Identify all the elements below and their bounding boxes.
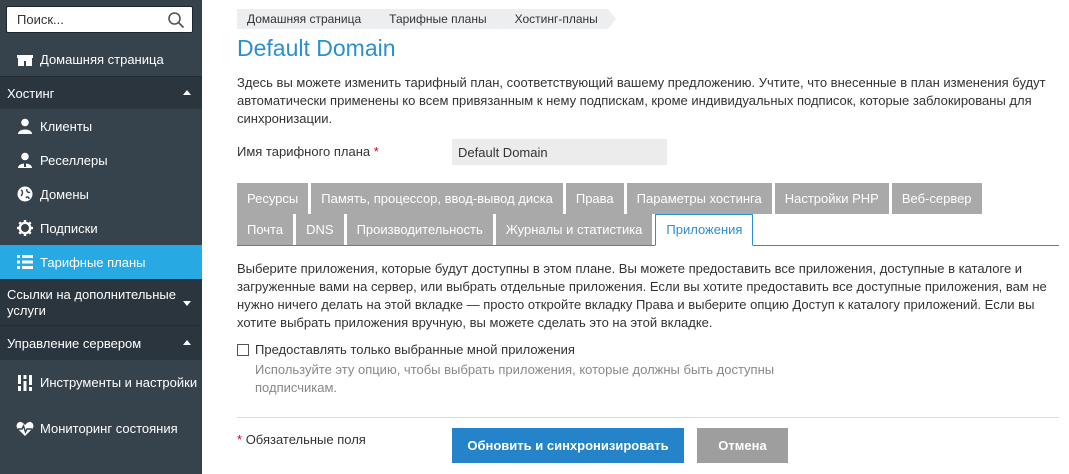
sidebar-item-label: Реселлеры	[40, 152, 108, 168]
tab-applications[interactable]: Приложения	[655, 214, 754, 246]
search-box[interactable]	[6, 6, 193, 33]
section-title: Ссылки на дополнительные услуги	[7, 286, 176, 318]
section-title: Хостинг	[7, 85, 55, 101]
page-title: Default Domain	[237, 35, 396, 61]
breadcrumb-home[interactable]: Домашняя страница	[237, 9, 380, 29]
tab-permissions[interactable]: Права	[565, 183, 624, 214]
tab-dns[interactable]: DNS	[296, 214, 344, 245]
sidebar-item-clients[interactable]: Клиенты	[0, 109, 202, 143]
sidebar-item-service-plans[interactable]: Тарифные планы	[0, 245, 202, 279]
sidebar-item-label: Домашняя страница	[40, 51, 164, 67]
sidebar-item-label: Подписки	[40, 220, 98, 236]
tab-divider	[237, 245, 1059, 246]
search-input[interactable]	[7, 7, 157, 32]
sidebar-item-home[interactable]: Домашняя страница	[0, 42, 202, 76]
chevron-down-icon	[183, 300, 191, 306]
tools-icon	[16, 374, 34, 392]
sidebar-item-label: Тарифные планы	[40, 254, 146, 270]
breadcrumb-service-plans[interactable]: Тарифные планы	[371, 9, 506, 29]
plan-name-label: Имя тарифного плана *	[237, 144, 379, 159]
sidebar: Домашняя страница Хостинг Клиенты Реселл…	[0, 0, 202, 474]
sidebar-item-label: Клиенты	[40, 118, 93, 134]
breadcrumb-hosting-plans[interactable]: Хостинг-планы	[496, 9, 616, 29]
gear-icon	[16, 219, 34, 237]
chevron-up-icon	[183, 90, 191, 95]
tabs-row-2: Почта DNS Производительность Журналы и с…	[237, 214, 756, 246]
cancel-button[interactable]: Отмена	[697, 428, 788, 463]
sidebar-item-label: Инструменты и настройки	[40, 375, 198, 390]
main-content: Домашняя страница Тарифные планы Хостинг…	[202, 0, 1069, 474]
globe-icon	[16, 185, 34, 203]
breadcrumb: Домашняя страница Тарифные планы Хостинг…	[237, 9, 616, 29]
chevron-up-icon	[183, 340, 191, 345]
tab-resources[interactable]: Ресурсы	[237, 183, 309, 214]
sidebar-item-subscriptions[interactable]: Подписки	[0, 211, 202, 245]
selected-apps-label[interactable]: Предоставлять только выбранные мной прил…	[255, 342, 575, 357]
sidebar-section-hosting[interactable]: Хостинг	[0, 76, 202, 109]
sidebar-item-tools-settings[interactable]: Инструменты и настройки	[0, 360, 202, 406]
app: Домашняя страница Хостинг Клиенты Реселл…	[0, 0, 1069, 474]
tab-hosting-parameters[interactable]: Параметры хостинга	[626, 183, 772, 214]
update-sync-button[interactable]: Обновить и синхронизировать	[452, 428, 684, 463]
plan-name-input[interactable]	[452, 139, 667, 165]
user-icon	[16, 117, 34, 135]
required-mark: *	[373, 144, 379, 159]
tab-web-server[interactable]: Веб-сервер	[891, 183, 982, 214]
sidebar-item-resellers[interactable]: Реселлеры	[0, 143, 202, 177]
tab-logs-statistics[interactable]: Журналы и статистика	[495, 214, 653, 245]
required-mark: *	[237, 432, 243, 447]
selected-apps-option[interactable]: Предоставлять только выбранные мной прил…	[237, 342, 575, 357]
list-icon	[16, 253, 34, 271]
tabs-row-1: Ресурсы Память, процессор, ввод-вывод ди…	[237, 183, 985, 214]
home-icon	[16, 50, 34, 68]
required-fields-note: * Обязательные поля	[237, 432, 366, 447]
selected-apps-hint: Используйте эту опцию, чтобы выбрать при…	[255, 362, 775, 395]
reseller-icon	[16, 151, 34, 169]
sidebar-item-label: Домены	[40, 186, 89, 202]
footer-divider	[237, 417, 1059, 418]
sidebar-section-additional-links[interactable]: Ссылки на дополнительные услуги	[0, 279, 202, 325]
tab-mail[interactable]: Почта	[237, 214, 294, 245]
heart-pulse-icon	[16, 420, 34, 438]
required-fields-text: Обязательные поля	[245, 432, 366, 447]
sidebar-item-label: Мониторинг состояния	[40, 421, 178, 436]
sidebar-nav: Домашняя страница Хостинг Клиенты Реселл…	[0, 42, 202, 452]
tab-php-settings[interactable]: Настройки PHP	[774, 183, 889, 214]
sidebar-item-domains[interactable]: Домены	[0, 177, 202, 211]
search-icon[interactable]	[167, 11, 185, 29]
selected-apps-checkbox[interactable]	[237, 343, 249, 356]
tab-memory-cpu-io[interactable]: Память, процессор, ввод-вывод диска	[311, 183, 563, 214]
tab-description: Выберите приложения, которые будут досту…	[237, 261, 1047, 330]
sidebar-section-server-management[interactable]: Управление сервером	[0, 325, 202, 360]
plan-name-label-text: Имя тарифного плана	[237, 144, 371, 159]
intro-text: Здесь вы можете изменить тарифный план, …	[237, 75, 1046, 126]
tab-performance[interactable]: Производительность	[346, 214, 493, 245]
section-title: Управление сервером	[7, 335, 142, 351]
sidebar-item-health-monitoring[interactable]: Мониторинг состояния	[0, 406, 202, 452]
